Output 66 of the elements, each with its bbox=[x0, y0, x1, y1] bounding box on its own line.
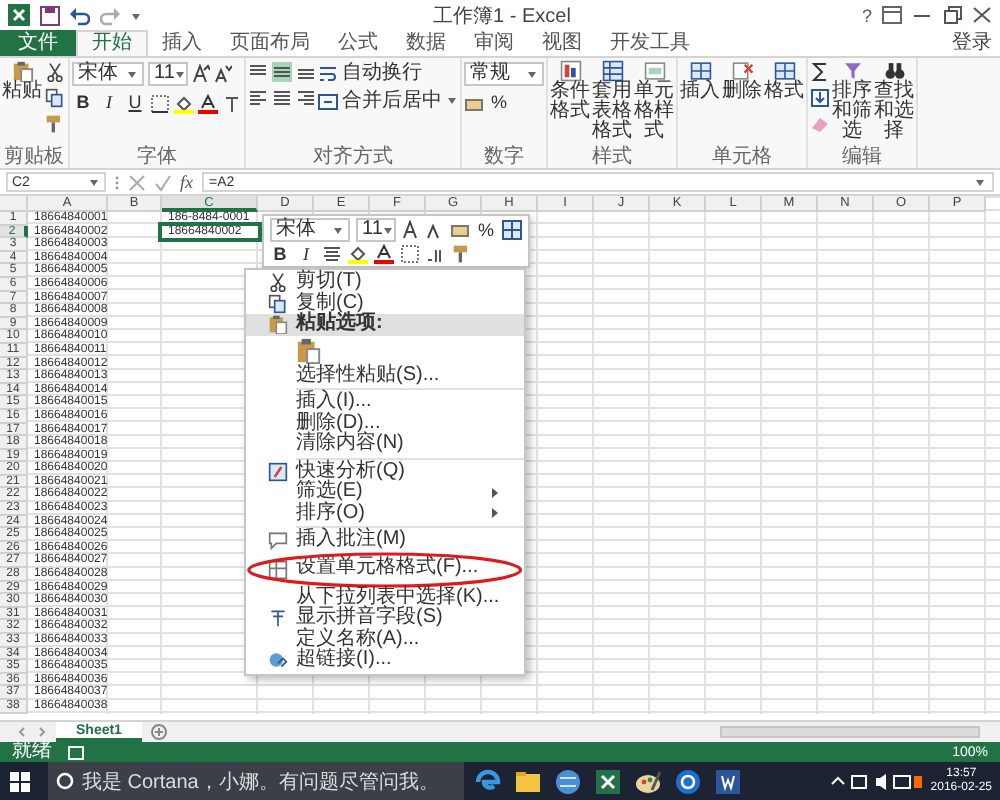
group-label: 样式 bbox=[590, 148, 634, 168]
menu-item[interactable]: 定义名称(A)... bbox=[246, 629, 524, 650]
font-name: 宋体 bbox=[276, 220, 316, 240]
ribbon-button[interactable]: 套用表格格式 bbox=[592, 60, 632, 142]
menu-item[interactable]: 选择性粘贴(S)... bbox=[246, 365, 524, 386]
ribbon-tab[interactable]: 插入 bbox=[148, 30, 216, 56]
menu-item[interactable]: 显示拼音字段(S) bbox=[246, 608, 524, 629]
ribbon-button[interactable]: 条件格式 bbox=[550, 60, 590, 122]
menu-item[interactable]: 复制(C) bbox=[246, 293, 524, 314]
menu-item[interactable]: 插入批注(M) bbox=[246, 530, 524, 551]
group-label: 剪贴板 bbox=[2, 148, 66, 168]
ribbon-tab[interactable]: 开始 bbox=[76, 30, 148, 56]
group-label: 数字 bbox=[482, 148, 526, 168]
menu-item[interactable]: 插入(I)... bbox=[246, 392, 524, 413]
menu-item[interactable]: 筛选(E) bbox=[246, 482, 524, 503]
bold-button[interactable]: B bbox=[270, 244, 290, 264]
ribbon-tab[interactable]: 开发工具 bbox=[596, 30, 704, 56]
status-text: 就绪 bbox=[12, 742, 52, 762]
italic-button[interactable]: I bbox=[296, 244, 316, 264]
ribbon-button[interactable]: 排序和筛选 bbox=[832, 60, 872, 142]
ribbon-tab[interactable]: 视图 bbox=[528, 30, 596, 56]
ribbon-button[interactable]: 删除 bbox=[722, 60, 762, 102]
paste-button[interactable]: 粘贴 bbox=[2, 60, 42, 102]
menu-item[interactable]: 删除(D)... bbox=[246, 413, 524, 434]
menu-item[interactable]: 清除内容(N) bbox=[246, 434, 524, 455]
menu-item[interactable]: 粘贴选项: bbox=[246, 314, 524, 335]
ribbon-tab[interactable]: 页面布局 bbox=[216, 30, 324, 56]
menu-item[interactable]: 快速分析(Q) bbox=[246, 461, 524, 482]
menu-item[interactable]: 剪切(T) bbox=[246, 272, 524, 293]
number-format-field[interactable]: 常规 bbox=[464, 62, 544, 86]
font-size: 11 bbox=[154, 64, 175, 84]
ribbon-tab[interactable]: 数据 bbox=[392, 30, 460, 56]
font-size-field[interactable]: 11 bbox=[148, 62, 188, 86]
group-label: 单元格 bbox=[710, 148, 774, 168]
percent-button[interactable]: % bbox=[476, 220, 496, 240]
group-label: 编辑 bbox=[840, 148, 884, 168]
sign-in-link[interactable]: 登录 bbox=[952, 30, 992, 56]
font-field[interactable]: 宋体 bbox=[72, 62, 144, 86]
merge-center-button[interactable]: 合并后居中 bbox=[318, 90, 458, 112]
menu-item[interactable]: 超链接(I)... bbox=[246, 650, 524, 671]
font-name: 宋体 bbox=[78, 64, 118, 84]
font-size: 11 bbox=[362, 220, 383, 240]
italic-button[interactable]: I bbox=[98, 92, 120, 114]
font-field[interactable]: 宋体 bbox=[270, 218, 350, 242]
group-label: 字体 bbox=[135, 148, 179, 168]
wrap-text-button[interactable]: 自动换行 bbox=[318, 62, 458, 84]
window-title: 工作簿1 - Excel bbox=[431, 3, 573, 29]
ribbon-button[interactable]: 格式 bbox=[764, 60, 804, 102]
font-size-field[interactable]: 11 bbox=[356, 218, 396, 242]
ribbon-tab[interactable]: 审阅 bbox=[460, 30, 528, 56]
ribbon-button[interactable]: 查找和选择 bbox=[874, 60, 914, 142]
number-format: 常规 bbox=[470, 64, 510, 84]
ribbon-button[interactable]: 插入 bbox=[680, 60, 720, 102]
insert-function-button[interactable]: fx bbox=[180, 172, 193, 192]
group-label: 对齐方式 bbox=[311, 148, 395, 168]
percent-button[interactable]: % bbox=[488, 92, 510, 114]
help-button[interactable]: ? bbox=[861, 5, 872, 25]
ribbon-tab[interactable]: 文件 bbox=[0, 30, 76, 56]
ribbon-tab[interactable]: 公式 bbox=[324, 30, 392, 56]
menu-item[interactable]: 从下拉列表中选择(K)... bbox=[246, 587, 524, 608]
bold-button[interactable]: B bbox=[72, 92, 94, 114]
ribbon-button[interactable]: 单元格样式 bbox=[634, 60, 674, 142]
search-placeholder: 我是 Cortana，小娜。有问题尽管问我。 bbox=[82, 769, 439, 795]
cortana-search-box[interactable]: 我是 Cortana，小娜。有问题尽管问我。 bbox=[48, 762, 464, 800]
menu-item[interactable]: 排序(O) bbox=[246, 503, 524, 524]
underline-button[interactable]: U bbox=[124, 92, 146, 114]
